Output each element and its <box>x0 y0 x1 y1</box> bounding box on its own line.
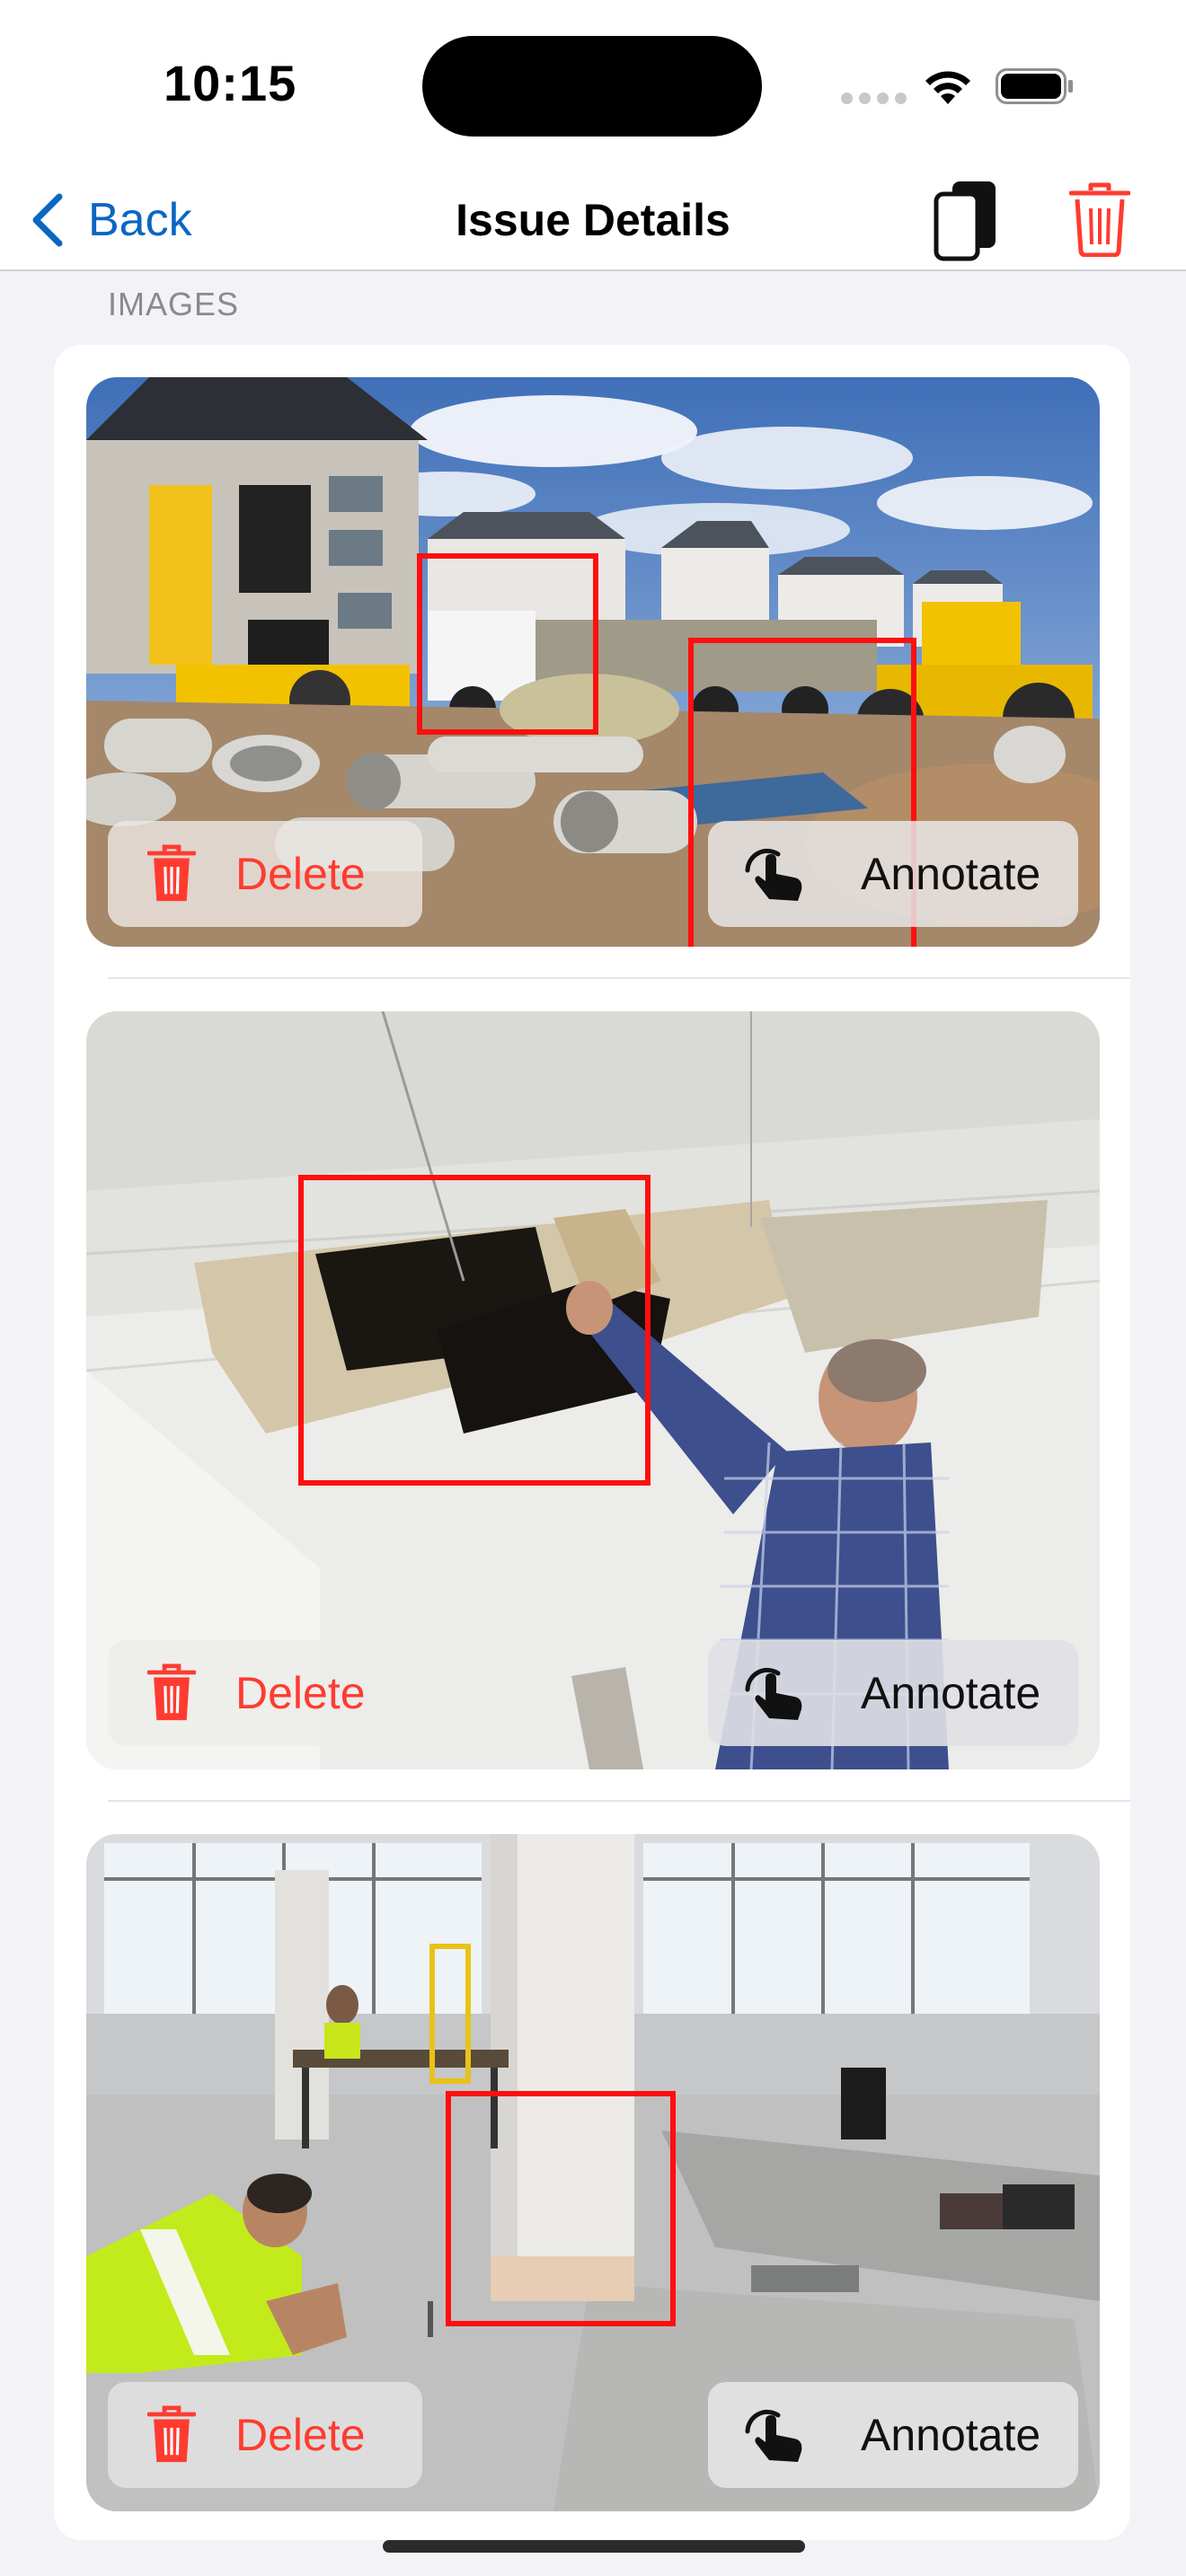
issue-image-2: Delete Annotate <box>86 1011 1100 1769</box>
annotation-box <box>446 2091 676 2326</box>
trash-icon <box>147 1663 196 1721</box>
copy-device-icon[interactable] <box>931 176 1003 262</box>
delete-image-button[interactable]: Delete <box>108 821 422 927</box>
home-indicator <box>383 2540 805 2553</box>
annotate-image-button[interactable]: Annotate <box>708 821 1078 927</box>
divider <box>108 1800 1130 1802</box>
annotate-label: Annotate <box>861 1668 1041 1718</box>
annotate-label: Annotate <box>861 849 1041 899</box>
tap-hand-icon <box>745 1667 802 1720</box>
status-bar: 10:15 <box>0 0 1186 171</box>
delete-label: Delete <box>235 1668 366 1718</box>
divider <box>108 977 1130 979</box>
tap-hand-icon <box>745 2409 802 2462</box>
annotate-label: Annotate <box>861 2410 1041 2460</box>
delete-label: Delete <box>235 849 366 899</box>
navigation-bar: Back Issue Details <box>0 171 1186 271</box>
section-header-images: IMAGES <box>108 286 240 322</box>
battery-icon <box>996 68 1073 104</box>
annotate-image-button[interactable]: Annotate <box>708 1640 1078 1746</box>
back-button-label: Back <box>88 194 192 246</box>
back-button[interactable]: Back <box>31 181 192 259</box>
annotate-image-button[interactable]: Annotate <box>708 2382 1078 2488</box>
tap-hand-icon <box>745 848 802 901</box>
wifi-icon <box>925 71 970 104</box>
status-time: 10:15 <box>164 55 297 111</box>
delete-image-button[interactable]: Delete <box>108 1640 422 1746</box>
trash-icon <box>147 2405 196 2463</box>
issue-image-3: Delete Annotate <box>86 1834 1100 2511</box>
delete-image-button[interactable]: Delete <box>108 2382 422 2488</box>
annotation-box <box>298 1175 651 1486</box>
dynamic-island <box>422 36 762 137</box>
issue-image-1: Delete Annotate <box>86 377 1100 947</box>
annotation-box <box>417 553 598 735</box>
trash-icon <box>147 844 196 902</box>
chevron-left-icon <box>32 193 63 247</box>
delete-label: Delete <box>235 2410 366 2460</box>
cellular-signal-icon <box>841 93 913 109</box>
trash-icon[interactable] <box>1069 181 1130 257</box>
